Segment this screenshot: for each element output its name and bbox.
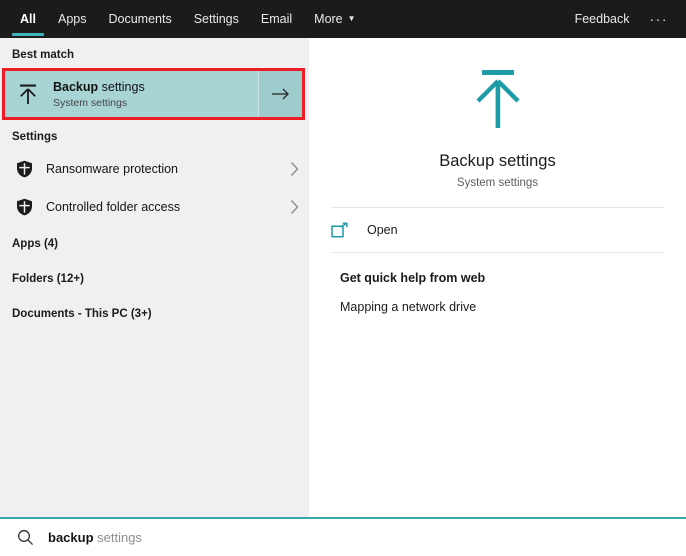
category-documents-this-pc[interactable]: Documents - This PC (3+) [0,296,309,331]
shield-icon [12,198,36,216]
quick-help-section: Get quick help from web Mapping a networ… [309,253,686,314]
result-item-subtitle: System settings [53,96,128,109]
search-input-typed-text: backup [48,530,94,545]
search-box[interactable]: backup settings [0,517,686,556]
preview-panel: Backup settings System settings Open Get… [309,38,686,517]
search-icon [14,529,36,546]
settings-heading: Settings [12,131,58,143]
chevron-down-icon: ▼ [347,13,356,23]
tab-more-label: More [314,12,343,26]
tab-documents[interactable]: Documents [97,0,182,38]
best-match-heading: Best match [12,49,74,61]
tab-more[interactable]: More ▼ [303,0,366,38]
search-input-suggestion-text: settings [93,530,142,545]
backup-upload-icon [5,71,51,117]
preview-subtitle: System settings [456,177,539,189]
tab-documents-label: Documents [108,12,172,26]
preview-header: Backup settings System settings [309,38,686,189]
open-action-label: Open [367,223,398,237]
chevron-right-icon [291,200,299,214]
category-folders[interactable]: Folders (12+) [0,261,309,296]
quick-help-link-mapping-network-drive[interactable]: Mapping a network drive [340,300,686,314]
tab-all-label: All [20,12,36,26]
tab-settings-label: Settings [193,12,239,26]
topbar-right-group: Feedback ··· [561,0,686,38]
tab-apps[interactable]: Apps [47,0,98,38]
quick-help-title: Get quick help from web [340,271,486,285]
tab-email[interactable]: Email [250,0,303,38]
best-match-annotated-region: Backup settings System settings [2,68,305,120]
filter-tabs: All Apps Documents Settings Email More ▼ [0,0,367,38]
feedback-button[interactable]: Feedback [561,0,644,38]
search-filter-bar: All Apps Documents Settings Email More ▼ … [0,0,686,38]
tab-apps-label: Apps [57,12,87,26]
result-item-backup-settings[interactable]: Backup settings System settings [5,71,302,117]
result-item-label: Ransomware protection [46,162,179,176]
search-input[interactable]: backup settings [36,530,142,545]
preview-title: Backup settings [439,152,556,170]
windows-search-window: All Apps Documents Settings Email More ▼ … [0,0,686,556]
chevron-right-icon [291,162,299,176]
result-item-label: Controlled folder access [46,200,181,214]
result-expand-arrow-icon[interactable] [258,71,302,117]
result-item-controlled-folder-access[interactable]: Controlled folder access [0,188,309,226]
backup-upload-icon [309,60,686,142]
result-item-ransomware-protection[interactable]: Ransomware protection [0,150,309,188]
result-item-title-match: Backup [53,79,99,94]
result-item-title: Backup settings [53,79,258,95]
tab-email-label: Email [260,12,293,26]
category-apps[interactable]: Apps (4) [0,226,309,261]
open-action-button[interactable]: Open [309,208,686,252]
more-options-icon[interactable]: ··· [644,0,675,38]
search-results-panel: Best match Backup settings System settin… [0,38,309,517]
shield-icon [12,160,36,178]
tab-settings[interactable]: Settings [183,0,250,38]
tab-all[interactable]: All [9,0,47,38]
result-item-title-rest: settings [98,79,145,94]
open-external-icon [331,222,353,239]
result-item-text: Backup settings System settings [51,71,258,117]
